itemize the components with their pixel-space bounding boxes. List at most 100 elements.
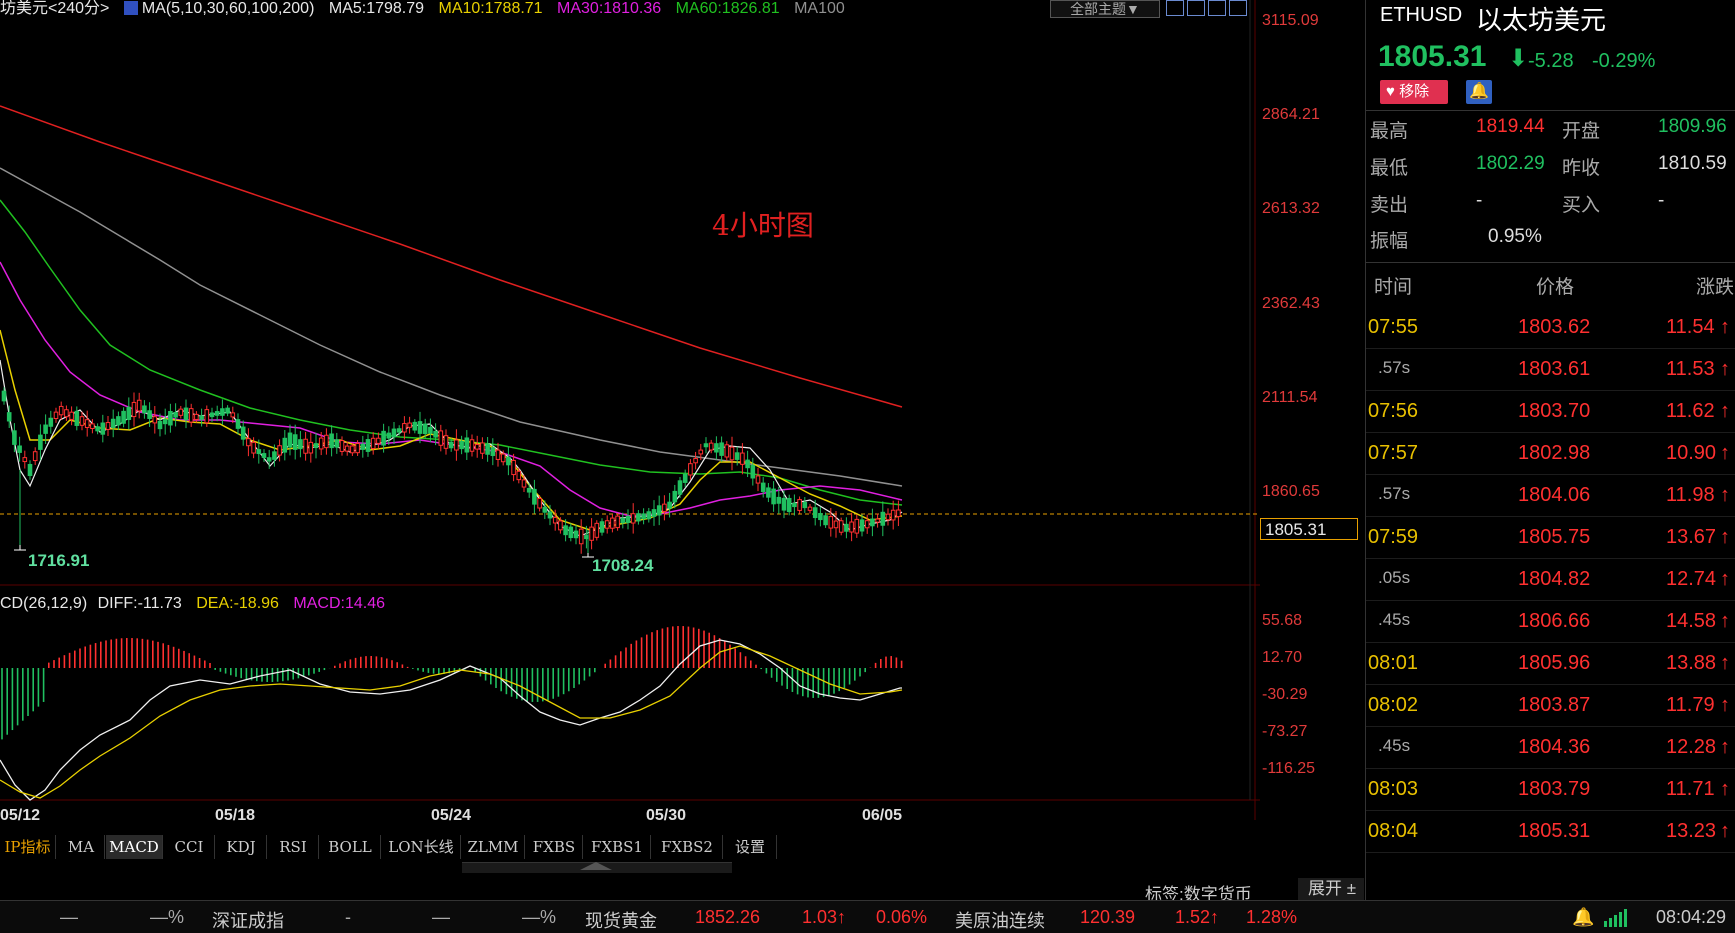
tab-kdj[interactable]: KDJ [216,835,267,859]
candle-body [802,501,808,509]
remove-button-label: 移除 [1399,83,1430,100]
up-arrow-icon: ↑ [1720,694,1730,716]
tick-row: 08:04 1805.31 13.23 ↑ [1366,812,1735,853]
expand-button[interactable]: 展开 ± [1298,878,1364,900]
candle-body [521,479,527,488]
candle-body [771,488,776,505]
tab-settings[interactable]: 设置 [724,835,777,859]
tab-lon[interactable]: LON长线 [382,835,461,859]
candle-body [844,523,849,532]
theme-dropdown[interactable]: 全部主题▼ [1050,0,1160,18]
ma-info-line: 坊美元<240分> MA(5,10,30,60,100,200) MA5:179… [0,0,855,18]
layout-grid-icon[interactable] [1166,0,1184,16]
candle-body [350,445,355,454]
layout-split-icon[interactable] [1187,0,1205,16]
candle-body [230,412,236,418]
tab-macd[interactable]: MACD [106,835,163,859]
tick-price: 1803.61 [1518,358,1591,380]
tick-time: 08:01 [1368,652,1419,674]
quote-change-pct: -0.29% [1592,50,1656,72]
candle-body [896,509,901,518]
candle-body [511,459,516,476]
macd-info-line: CD(26,12,9) DIFF:-11.73 DEA:-18.96 MACD:… [0,595,395,613]
tab-ma[interactable]: MA [58,835,105,859]
candle-body [79,416,85,426]
tab-fxbs2[interactable]: FXBS2 [652,835,723,859]
candle-body [729,446,735,461]
tick-time: 07:56 [1368,400,1419,422]
tab-fxbs[interactable]: FXBS [526,835,583,859]
notification-bell-icon[interactable]: 🔔 [1572,907,1594,928]
date-axis-label: 06/05 [862,807,903,824]
tick-time: 08:04 [1368,820,1419,842]
gold-name[interactable]: 现货黄金 [585,907,657,933]
tab-fxbs1[interactable]: FXBS1 [584,835,651,859]
candle-body [38,434,43,450]
index-name[interactable]: 深证成指 [212,907,284,933]
down-arrow-icon: ⬇ [1508,45,1529,72]
tick-time: 07:59 [1368,526,1419,548]
tick-header-price: 价格 [1536,277,1575,298]
ma30-value: MA30:1810.36 [557,0,662,17]
tick-price: 1803.62 [1518,316,1591,338]
candle-body [220,408,225,416]
scroll-up-icon[interactable] [580,862,612,870]
candle-body [12,430,17,445]
status-dash: — [432,907,450,927]
candle-body [870,518,875,527]
tab-zlmm[interactable]: ZLMM [462,835,525,859]
tab-indicators[interactable]: IP指标 [0,835,56,859]
ma-settings-icon[interactable] [123,1,138,15]
kline-chart[interactable] [0,0,1260,820]
stat-label: 买入 [1562,195,1601,216]
candle-body [890,509,896,521]
layout-window-icon[interactable] [1208,0,1226,16]
candle-body [688,463,693,476]
macd-value: MACD:14.46 [293,595,385,612]
candle-body [199,415,204,420]
tab-boll[interactable]: BOLL [320,835,381,859]
tick-change: 12.28 [1666,736,1717,758]
bell-icon[interactable]: 🔔 [1466,80,1492,104]
tick-change: 11.98 [1666,484,1715,506]
candle-body [339,440,345,452]
candle-body [454,439,459,451]
candle-body [854,518,860,534]
candle-body [90,423,95,430]
status-bar: — —% 深证成指 - — —% 现货黄金 1852.26 1.03↑ 0.06… [0,900,1735,933]
up-arrow-icon: ↑ [1720,442,1730,464]
tick-price: 1806.66 [1518,610,1591,632]
candle-body [786,497,792,513]
candle-body [636,513,641,522]
oil-name[interactable]: 美原油连续 [955,907,1045,933]
tab-rsi[interactable]: RSI [268,835,319,859]
candle-body [563,525,568,536]
stat-label: 振幅 [1370,231,1409,252]
tab-cci[interactable]: CCI [164,835,215,859]
layout-expand-icon[interactable] [1229,0,1247,16]
candle-body [750,464,756,479]
remove-button[interactable]: ♥ 移除 [1380,80,1448,104]
up-arrow-icon: ↑ [1720,778,1730,800]
candle-body [708,442,714,451]
candle-body [604,520,610,529]
price-axis-label: 2613.32 [1262,200,1320,217]
candle-body [225,407,230,414]
low-label-left: 1716.91 [28,551,90,570]
tick-change: 11.79 [1666,694,1715,716]
macd-dea-value: DEA:-18.96 [196,595,279,612]
status-dash-pct: —% [522,907,557,927]
candle-body [194,413,199,420]
ma30-line [0,261,903,517]
candle-body [178,408,184,416]
candle-body [381,430,386,446]
candle-body [282,437,288,453]
price-axis-label: 2864.21 [1262,106,1320,123]
candle-body [246,438,251,447]
candle-body [755,475,761,484]
candle-body [885,513,891,521]
tick-row: 07:56 1803.70 11.62 ↑ [1366,392,1735,433]
candle-body [656,505,662,516]
candle-body [734,452,740,460]
candle-body [386,432,392,439]
